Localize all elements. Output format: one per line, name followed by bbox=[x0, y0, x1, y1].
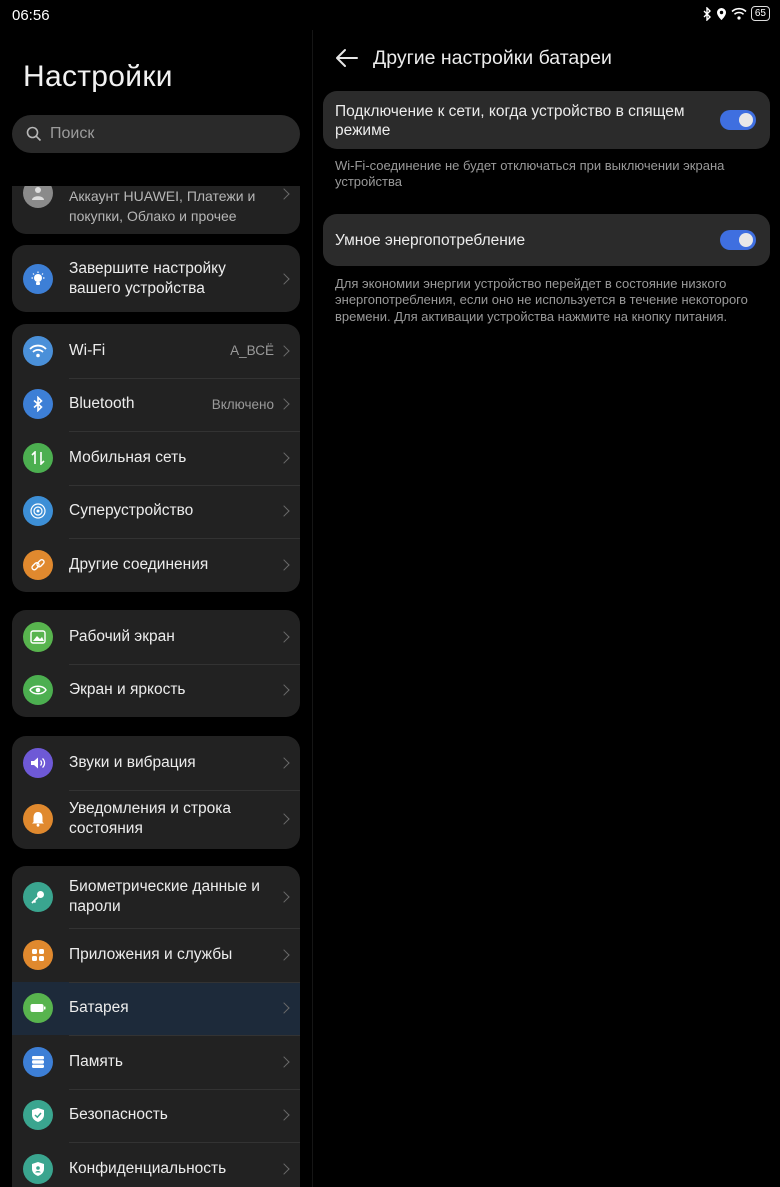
search-input[interactable]: Поиск bbox=[12, 115, 300, 153]
settings-item-security[interactable]: Безопасность bbox=[12, 1088, 300, 1143]
sleep-network-toggle[interactable] bbox=[720, 110, 756, 130]
settings-item-label: Суперустройство bbox=[69, 502, 194, 520]
location-icon bbox=[716, 7, 726, 20]
storage-icon bbox=[23, 1046, 53, 1077]
chevron-right-icon bbox=[278, 1056, 290, 1068]
setup-card[interactable]: Завершите настройку вашего устройства bbox=[12, 245, 300, 312]
chevron-right-icon bbox=[278, 1163, 290, 1175]
link-icon bbox=[23, 549, 53, 580]
settings-item-bluetooth[interactable]: Bluetooth Включено bbox=[12, 377, 300, 432]
apps-grid-icon bbox=[23, 939, 53, 970]
system-group: Биометрические данные и пароли Приложени… bbox=[12, 866, 300, 1187]
mobile-network-icon bbox=[23, 442, 53, 473]
search-icon bbox=[26, 126, 42, 142]
account-card[interactable]: Аккаунт HUAWEI, Платежи и покупки, Облак… bbox=[12, 186, 300, 234]
chevron-right-icon bbox=[278, 345, 290, 357]
settings-item-privacy[interactable]: Конфиденциальность bbox=[12, 1142, 300, 1187]
bluetooth-icon bbox=[23, 389, 53, 420]
settings-item-label: Приложения и службы bbox=[69, 945, 233, 963]
chevron-right-icon bbox=[278, 891, 290, 903]
settings-item-label: Уведомления и строка состояния bbox=[69, 800, 232, 837]
home-screen-icon bbox=[23, 621, 53, 652]
smart-power-label: Умное энергопотребление bbox=[335, 232, 526, 249]
account-label: Аккаунт HUAWEI, Платежи и покупки, Облак… bbox=[69, 188, 256, 224]
bell-icon bbox=[23, 804, 53, 834]
connections-group: Wi-Fi A_ВСЁ Bluetooth Включено Мобильная… bbox=[12, 324, 300, 592]
chevron-right-icon bbox=[278, 505, 290, 517]
eye-icon bbox=[23, 675, 53, 706]
settings-item-label: Экран и яркость bbox=[69, 681, 186, 699]
page-title: Настройки bbox=[23, 60, 173, 93]
settings-item-label: Безопасность bbox=[69, 1106, 168, 1124]
wifi-network-value: A_ВСЁ bbox=[230, 343, 274, 359]
settings-item-superdevice[interactable]: Суперустройство bbox=[12, 484, 300, 539]
chevron-right-icon bbox=[278, 757, 290, 769]
status-time: 06:56 bbox=[12, 7, 50, 24]
display-group: Рабочий экран Экран и яркость bbox=[12, 610, 300, 717]
superdevice-icon bbox=[23, 496, 53, 527]
settings-item-label: Мобильная сеть bbox=[69, 448, 187, 466]
chevron-right-icon bbox=[278, 1002, 290, 1014]
settings-item-biometrics[interactable]: Биометрические данные и пароли bbox=[12, 866, 300, 928]
settings-item-battery[interactable]: Батарея bbox=[12, 981, 300, 1035]
chevron-right-icon bbox=[278, 684, 290, 696]
smart-power-toggle[interactable] bbox=[720, 230, 756, 250]
status-icons: 65 bbox=[702, 6, 770, 21]
user-icon bbox=[32, 187, 44, 200]
settings-item-label: Конфиденциальность bbox=[69, 1159, 227, 1177]
page-title-battery-more: Другие настройки батареи bbox=[373, 47, 612, 69]
settings-item-label: Биометрические данные и пароли bbox=[69, 878, 260, 915]
sleep-network-card[interactable]: Подключение к сети, когда устройство в с… bbox=[323, 91, 770, 149]
settings-item-sounds[interactable]: Звуки и вибрация bbox=[12, 736, 300, 790]
chevron-right-icon bbox=[278, 1109, 290, 1121]
privacy-shield-icon bbox=[23, 1153, 53, 1184]
sleep-network-label: Подключение к сети, когда устройство в с… bbox=[335, 103, 685, 139]
chevron-right-icon bbox=[278, 452, 290, 464]
wifi-status-icon bbox=[731, 7, 747, 20]
wifi-icon bbox=[23, 335, 53, 366]
status-bar: 06:56 65 bbox=[0, 0, 780, 30]
sleep-network-description: Wi-Fi-соединение не будет отключаться пр… bbox=[335, 158, 725, 190]
settings-item-label: Другие соединения bbox=[69, 555, 209, 573]
settings-item-display[interactable]: Экран и яркость bbox=[12, 663, 300, 718]
battery-icon bbox=[23, 993, 53, 1024]
settings-item-mobile-network[interactable]: Мобильная сеть bbox=[12, 431, 300, 485]
search-placeholder: Поиск bbox=[50, 125, 95, 142]
setup-label: Завершите настройку вашего устройства bbox=[69, 259, 226, 297]
back-arrow-icon[interactable] bbox=[335, 48, 359, 68]
bluetooth-status-icon bbox=[703, 6, 711, 21]
settings-item-notifications[interactable]: Уведомления и строка состояния bbox=[12, 789, 300, 849]
settings-item-label: Звуки и вибрация bbox=[69, 753, 196, 771]
settings-item-apps[interactable]: Приложения и службы bbox=[12, 928, 300, 982]
lightbulb-icon bbox=[23, 263, 53, 294]
shield-check-icon bbox=[23, 1100, 53, 1131]
chevron-right-icon bbox=[278, 559, 290, 571]
chevron-right-icon bbox=[278, 272, 290, 285]
bluetooth-status-value: Включено bbox=[211, 396, 274, 412]
settings-item-storage[interactable]: Память bbox=[12, 1035, 300, 1089]
battery-settings-pane: Другие настройки батареи Подключение к с… bbox=[313, 30, 780, 1187]
chevron-right-icon bbox=[278, 631, 290, 643]
avatar bbox=[23, 186, 53, 208]
chevron-right-icon bbox=[278, 949, 290, 961]
settings-item-home-screen[interactable]: Рабочий экран bbox=[12, 610, 300, 664]
settings-item-label: Память bbox=[69, 1052, 123, 1070]
chevron-right-icon bbox=[278, 398, 290, 410]
settings-item-wifi[interactable]: Wi-Fi A_ВСЁ bbox=[12, 324, 300, 378]
settings-item-other-connections[interactable]: Другие соединения bbox=[12, 538, 300, 592]
smart-power-card[interactable]: Умное энергопотребление bbox=[323, 214, 770, 266]
key-icon bbox=[23, 882, 53, 912]
battery-level-badge: 65 bbox=[750, 6, 770, 21]
chevron-right-icon bbox=[278, 813, 290, 825]
settings-list-pane: Настройки Поиск Аккаунт HUAWEI, Платежи … bbox=[0, 30, 312, 1187]
sound-group: Звуки и вибрация Уведомления и строка со… bbox=[12, 736, 300, 849]
settings-item-label: Рабочий экран bbox=[69, 627, 175, 645]
settings-item-label: Батарея bbox=[69, 999, 129, 1017]
chevron-right-icon bbox=[278, 188, 290, 200]
smart-power-description: Для экономии энергии устройство перейдет… bbox=[335, 276, 748, 324]
speaker-icon bbox=[23, 747, 53, 778]
